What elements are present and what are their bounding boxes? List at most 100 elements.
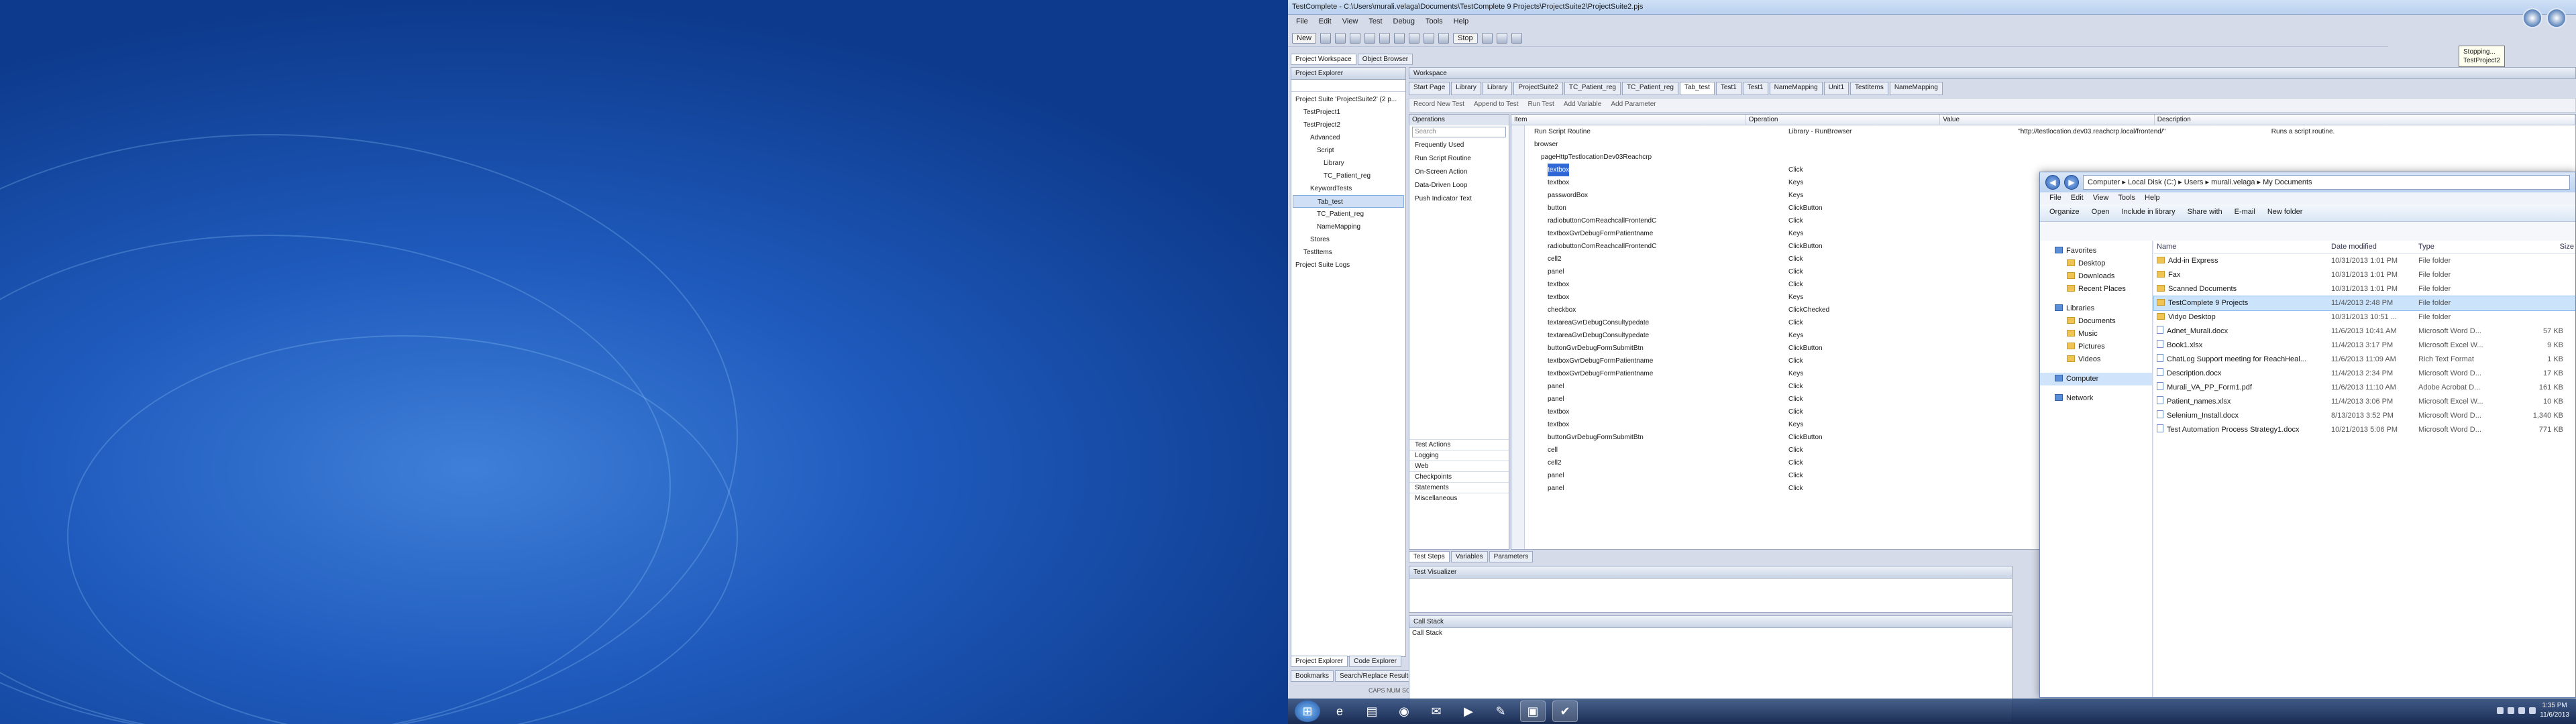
tree-item[interactable]: Project Suite 'ProjectSuite2' (2 p...	[1293, 93, 1404, 106]
internet-explorer-icon[interactable]: e	[1327, 701, 1352, 722]
keyword-toolbar-button[interactable]: Add Parameter	[1611, 101, 1656, 110]
file-row[interactable]: Patient_names.xlsx 11/4/2013 3:06 PM Micro…	[2154, 395, 2575, 409]
keyword-toolbar-button[interactable]: Record New Test	[1413, 101, 1464, 110]
file-tab[interactable]: TC_Patient_reg	[1621, 82, 1678, 95]
testcomplete-taskbar-icon[interactable]: ✔	[1552, 701, 1578, 722]
tree-item[interactable]: Tab_test	[1293, 195, 1404, 208]
operation-group[interactable]: Test Actions	[1409, 439, 1509, 450]
breadcrumb-item[interactable]: Users	[2184, 178, 2204, 186]
file-tab[interactable]: NameMapping	[1769, 82, 1823, 95]
command-prompt-icon[interactable]: ▣	[1520, 701, 1546, 722]
operation-item[interactable]: Data-Driven Loop	[1409, 179, 1509, 192]
play-icon[interactable]	[1438, 32, 1450, 44]
nav-item[interactable]: Downloads	[2040, 270, 2152, 283]
record-icon[interactable]	[1424, 32, 1435, 44]
operation-item[interactable]: Frequently Used	[1409, 139, 1509, 152]
breadcrumb[interactable]: Computer ▸ Local Disk (C:) ▸ Users ▸ mur…	[2083, 175, 2570, 190]
file-tab[interactable]: Start Page	[1409, 82, 1450, 95]
media-player-icon[interactable]: ▶	[1456, 701, 1481, 722]
outlook-icon[interactable]: ✉	[1424, 701, 1449, 722]
file-row[interactable]: Vidyo Desktop 10/31/2013 10:51 ... File fo…	[2154, 310, 2575, 324]
nav-item[interactable]: Network	[2040, 392, 2152, 405]
breadcrumb-item[interactable]: My Documents	[2263, 178, 2312, 186]
breadcrumb-item[interactable]: murali.velaga	[2211, 178, 2255, 186]
file-tab[interactable]: Library	[1482, 82, 1513, 95]
nav-item[interactable]: Recent Places	[2040, 283, 2152, 296]
menu-item[interactable]: Tools	[1421, 17, 1447, 27]
tree-item[interactable]: TestProject2	[1293, 119, 1404, 131]
nav-item[interactable]: Favorites	[2040, 245, 2152, 257]
tree-item[interactable]: Advanced	[1293, 131, 1404, 144]
flag-icon[interactable]	[2518, 707, 2525, 714]
tree-item[interactable]: Project Suite Logs	[1293, 259, 1404, 272]
back-icon[interactable]: ◀	[2045, 175, 2060, 190]
step-icon[interactable]	[1496, 32, 1507, 44]
explorer-menu-item[interactable]: Help	[2145, 194, 2160, 203]
editor-tab[interactable]: Test Steps	[1409, 551, 1450, 562]
nav-item[interactable]: Documents	[2040, 315, 2152, 328]
run-icon[interactable]	[1350, 32, 1361, 44]
tree-item[interactable]: Script	[1293, 144, 1404, 157]
stop-button[interactable]: Stop	[1453, 32, 1478, 44]
nav-item[interactable]: Desktop	[2040, 257, 2152, 270]
explorer-command[interactable]: Share with	[2188, 208, 2222, 218]
grid-column-header[interactable]: Description	[2155, 115, 2575, 125]
new-button[interactable]: New	[1292, 32, 1317, 44]
operation-group[interactable]: Miscellaneous	[1409, 493, 1509, 503]
start-button-icon[interactable]: ⊞	[1295, 701, 1320, 722]
operation-item[interactable]: On-Screen Action	[1409, 166, 1509, 179]
operation-item[interactable]: Run Script Routine	[1409, 152, 1509, 166]
pause-icon[interactable]	[1481, 32, 1493, 44]
file-row[interactable]: TestComplete 9 Projects 11/4/2013 2:48 PM…	[2153, 296, 2575, 311]
nav-item[interactable]: Libraries	[2040, 302, 2152, 315]
file-tab[interactable]: Unit1	[1823, 82, 1849, 95]
tree-item[interactable]: Stores	[1293, 233, 1404, 246]
status-tab[interactable]: Bookmarks	[1291, 670, 1334, 682]
file-row[interactable]: Book1.xlsx 11/4/2013 3:17 PM Microsoft Exc…	[2154, 339, 2575, 353]
explorer-command[interactable]: E-mail	[2235, 208, 2255, 218]
tree-item[interactable]: TC_Patient_reg	[1293, 208, 1404, 221]
file-tab[interactable]: NameMapping	[1889, 82, 1943, 95]
file-row[interactable]: Selenium_Install.docx 8/13/2013 3:52 PM Mi…	[2154, 409, 2575, 423]
open-icon[interactable]	[1320, 32, 1332, 44]
file-row[interactable]: Fax 10/31/2013 1:01 PM File folder	[2154, 268, 2575, 282]
editor-tab[interactable]: Variables	[1450, 551, 1488, 562]
file-tab[interactable]: ProjectSuite2	[1513, 82, 1563, 95]
grid-column-header[interactable]: Value	[1940, 115, 2155, 125]
nav-item[interactable]: Videos	[2040, 353, 2152, 366]
table-row[interactable]: Run Script Routine Library - RunBrowser "h…	[1511, 125, 2575, 138]
file-row[interactable]: ChatLog Support meeting for ReachHeal...…	[2154, 353, 2575, 367]
save-icon[interactable]	[1335, 32, 1346, 44]
breadcrumb-item[interactable]: Computer	[2088, 178, 2120, 186]
file-row[interactable]: Test Automation Process Strategy1.docx 10…	[2154, 423, 2575, 437]
table-row[interactable]: pageHttpTestlocationDev03Reachcrp	[1511, 151, 2575, 164]
file-row[interactable]: Murali_VA_PP_Form1.pdf 11/6/2013 11:10 AM…	[2154, 381, 2575, 395]
explorer-command[interactable]: New folder	[2267, 208, 2303, 218]
shield-icon[interactable]	[2529, 707, 2536, 714]
grid-column-header[interactable]: Operation	[1746, 115, 1941, 125]
notepad-icon[interactable]: ✎	[1488, 701, 1513, 722]
editor-tab[interactable]: Parameters	[1489, 551, 1534, 562]
menu-item[interactable]: Test	[1364, 17, 1386, 27]
tab-1[interactable]: Object Browser	[1357, 54, 1413, 65]
keyword-toolbar-button[interactable]: Append to Test	[1474, 101, 1519, 110]
layout-icon[interactable]	[1511, 32, 1522, 44]
file-explorer-icon[interactable]: ▤	[1359, 701, 1385, 722]
file-tab[interactable]: TestItems	[1850, 82, 1888, 95]
paste-icon[interactable]	[1394, 32, 1405, 44]
file-row[interactable]: Description.docx 11/4/2013 2:34 PM Microso…	[2154, 367, 2575, 381]
file-tab[interactable]: TC_Patient_reg	[1564, 82, 1621, 95]
explorer-menu-item[interactable]: Edit	[2071, 194, 2084, 203]
cut-icon[interactable]	[1364, 32, 1376, 44]
chrome-icon[interactable]: ◉	[1391, 701, 1417, 722]
operations-search-input[interactable]: Search	[1412, 127, 1506, 137]
explorer-command[interactable]: Open	[2092, 208, 2110, 218]
file-row[interactable]: Adnet_Murali.docx 11/6/2013 10:41 AM Micro…	[2154, 324, 2575, 339]
file-list-column-header[interactable]: Date modified	[2328, 241, 2416, 253]
explorer-menu-item[interactable]: Tools	[2118, 194, 2135, 203]
left-tab[interactable]: Project Explorer	[1291, 656, 1348, 667]
explorer-menu-item[interactable]: View	[2093, 194, 2109, 203]
table-row[interactable]: browser	[1511, 138, 2575, 151]
tab-0[interactable]: Project Workspace	[1291, 54, 1356, 65]
tree-item[interactable]: Library	[1293, 157, 1404, 170]
